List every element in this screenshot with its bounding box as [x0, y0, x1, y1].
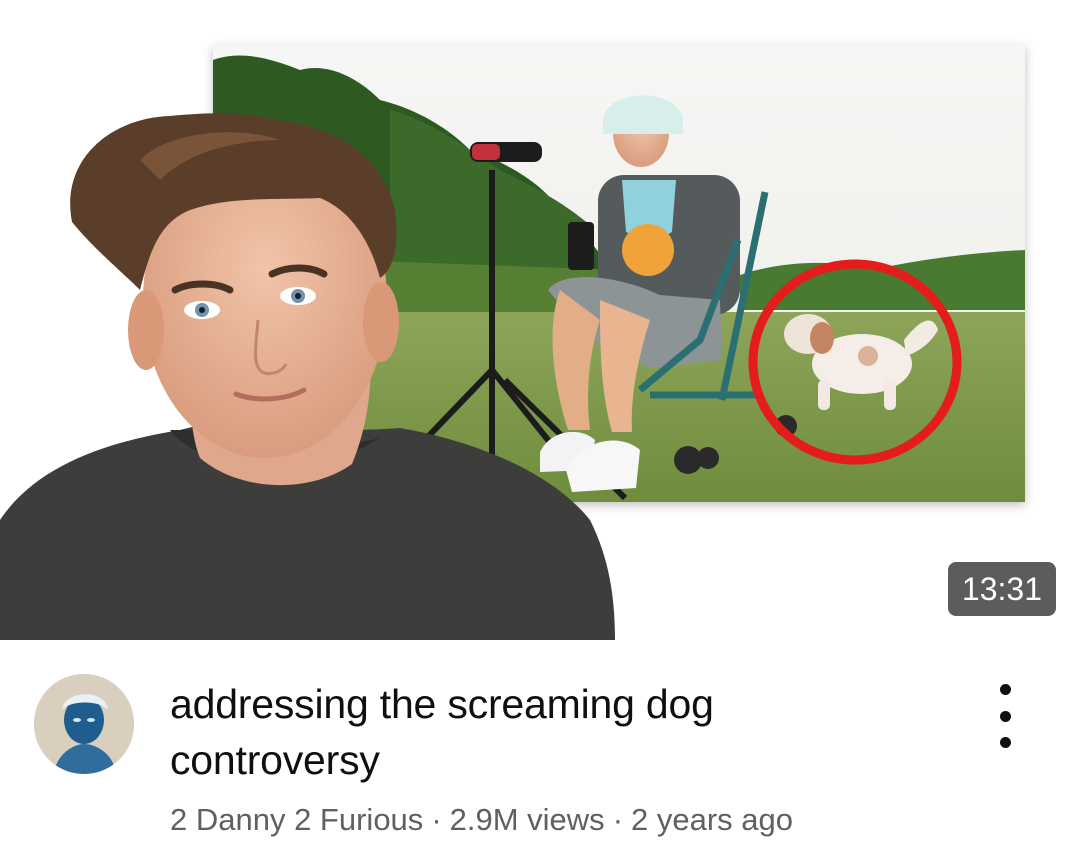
video-details: addressing the screaming dog controversy… — [0, 640, 1080, 863]
video-title[interactable]: addressing the screaming dog controversy — [170, 676, 930, 788]
upload-age: 2 years ago — [631, 802, 794, 837]
channel-name[interactable]: 2 Danny 2 Furious — [170, 802, 423, 837]
meta-separator: · — [431, 802, 442, 837]
avatar-icon — [34, 674, 134, 774]
video-meta: 2 Danny 2 Furious · 2.9M views · 2 years ago — [170, 802, 793, 838]
more-vert-icon — [999, 710, 1011, 722]
meta-separator: · — [612, 802, 624, 837]
view-count: 2.9M views — [449, 802, 605, 837]
more-vert-icon — [999, 737, 1011, 748]
duration-badge: 13:31 — [947, 562, 1056, 616]
more-vert-icon — [999, 684, 1011, 695]
more-options-button[interactable] — [990, 684, 1020, 748]
channel-avatar[interactable] — [34, 674, 134, 774]
video-card[interactable]: 13:31 addressing the screaming dog contr… — [0, 0, 1080, 863]
video-thumbnail[interactable]: 13:31 — [0, 0, 1080, 640]
thumbnail-image — [0, 45, 1025, 640]
